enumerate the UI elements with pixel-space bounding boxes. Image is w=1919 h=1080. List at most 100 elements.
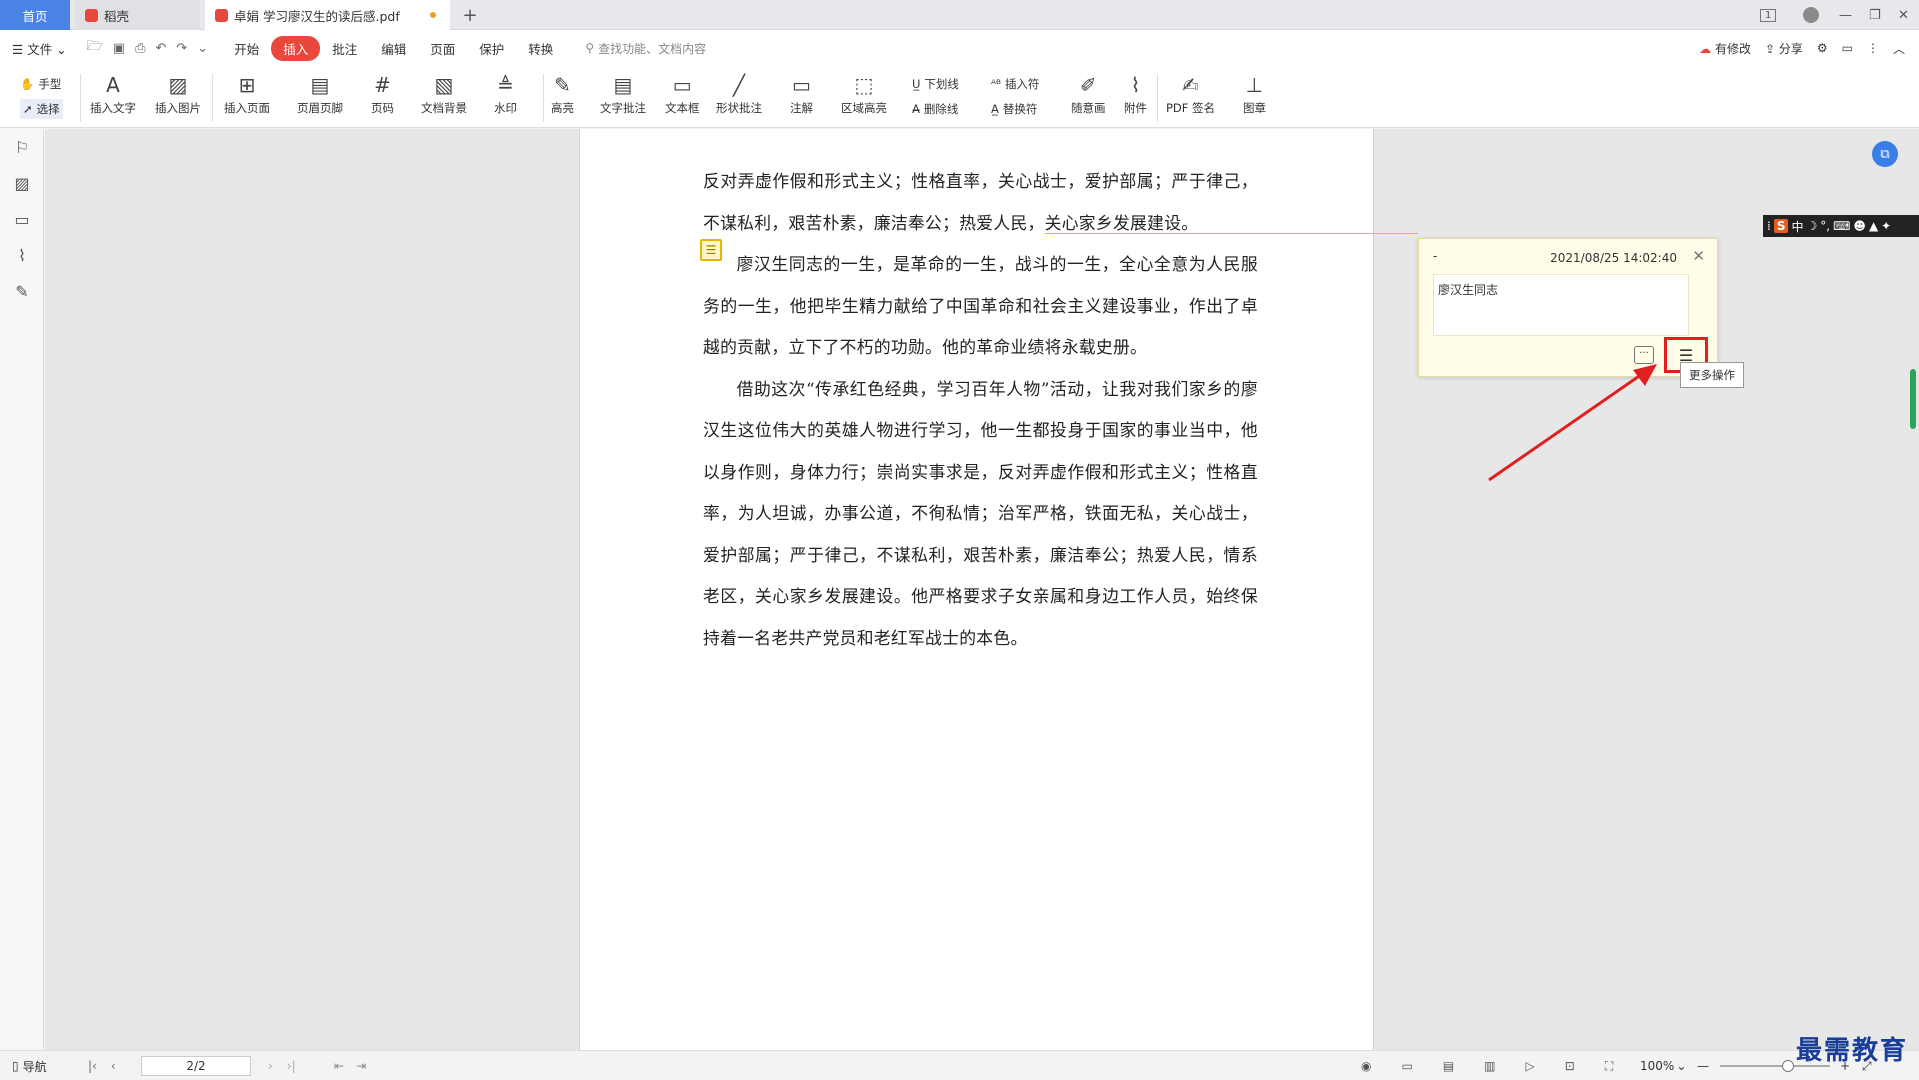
menu-comment[interactable]: 批注 xyxy=(320,39,369,58)
menu-protect[interactable]: 保护 xyxy=(467,39,516,58)
doc-background-button[interactable]: ▧ 文档背景 xyxy=(421,70,467,116)
strikethrough-icon: A̶ xyxy=(912,102,920,116)
zoom-out-button[interactable]: — xyxy=(1697,1051,1709,1080)
page-input[interactable]: 2/2 xyxy=(141,1051,251,1080)
nav-panel-icon: ▯ xyxy=(12,1059,19,1073)
last-page-icon[interactable]: ›| xyxy=(287,1059,296,1073)
tab-document[interactable]: 卓娟 学习廖汉生的读后感.pdf xyxy=(205,0,450,30)
doc-background-label: 文档背景 xyxy=(421,101,467,115)
tab-home-label: 首页 xyxy=(22,8,48,24)
tab-daoke[interactable]: 稻壳 xyxy=(75,0,200,30)
comment-close-icon[interactable]: ✕ xyxy=(1692,247,1705,265)
document-canvas: 反对弄虚作假和形式主义；性格直率，关心战士，爱护部属；严于律己，不谋私利，艰苦朴… xyxy=(45,129,1919,1050)
forward-icon[interactable]: ⇥ xyxy=(356,1059,366,1073)
bookmark-icon[interactable]: ⚐ xyxy=(0,129,44,165)
watermark-label: 水印 xyxy=(494,101,517,115)
window-badge[interactable]: 1 xyxy=(1760,0,1777,30)
settings-icon[interactable]: ⚙ xyxy=(1817,41,1828,55)
zoom-select[interactable]: 100% ⌄ xyxy=(1640,1051,1686,1080)
single-page-icon[interactable]: ▭ xyxy=(1401,1059,1412,1073)
thumbnail-icon[interactable]: ▨ xyxy=(0,165,44,201)
pdf-sign-button[interactable]: ✍ PDF 签名 xyxy=(1166,70,1215,116)
eye-icon[interactable]: ◉ xyxy=(1361,1059,1371,1073)
redo-icon[interactable]: ↷ xyxy=(176,41,187,56)
menu-page[interactable]: 页面 xyxy=(418,39,467,58)
zoom-slider-knob[interactable] xyxy=(1782,1060,1794,1072)
minimize-button[interactable]: — xyxy=(1839,0,1852,30)
double-page-icon[interactable]: ▥ xyxy=(1484,1059,1495,1073)
area-highlight-button[interactable]: ⬚ 区域高亮 xyxy=(841,70,887,116)
watermark-button[interactable]: ≜ 水印 xyxy=(494,70,517,116)
comment-content[interactable]: 廖汉生同志 xyxy=(1433,274,1689,336)
fit-page-icon[interactable]: ⛶ xyxy=(1605,1059,1613,1074)
strikethrough-button[interactable]: A̶ 删除线 xyxy=(912,99,958,119)
vertical-scrollbar[interactable] xyxy=(1910,369,1916,429)
fit-width-icon[interactable]: ⊡ xyxy=(1565,1059,1575,1073)
ime-chinese-icon[interactable]: 中 xyxy=(1791,218,1803,235)
sogou-logo-icon[interactable]: S xyxy=(1773,219,1789,233)
menu-insert[interactable]: 插入 xyxy=(271,35,321,61)
insert-char-button[interactable]: ᴬᴮ 插入符 xyxy=(991,74,1039,94)
menu-edit[interactable]: 编辑 xyxy=(369,39,418,58)
stamp-button[interactable]: ⊥ 图章 xyxy=(1243,70,1266,116)
play-icon[interactable]: ▷ xyxy=(1526,1059,1535,1073)
prev-page-icon[interactable]: ‹ xyxy=(111,1059,116,1073)
comment-author: - xyxy=(1433,249,1438,263)
nav-toggle[interactable]: ▯ 导航 xyxy=(12,1051,47,1080)
signature-panel-icon[interactable]: ✎ xyxy=(0,273,44,309)
freehand-button[interactable]: ✐ 随意画 xyxy=(1071,70,1106,116)
quick-dropdown-icon[interactable]: ⌄ xyxy=(197,41,208,56)
share-button[interactable]: ⇪ 分享 xyxy=(1765,40,1803,57)
first-page-icon[interactable]: |‹ xyxy=(88,1059,97,1073)
ime-tools-icon[interactable]: ✦ xyxy=(1881,219,1891,233)
pdf-icon xyxy=(215,8,228,22)
ime-shirt-icon[interactable]: ▲ xyxy=(1869,219,1878,233)
hand-tool[interactable]: ✋ 手型 xyxy=(20,74,61,94)
insert-page-button[interactable]: ⊞ 插入页面 xyxy=(224,70,270,116)
menu-convert[interactable]: 转换 xyxy=(516,39,565,58)
file-menu[interactable]: ☰ 文件 ⌄ xyxy=(0,39,79,58)
underline-button[interactable]: U̲ 下划线 xyxy=(912,74,959,94)
save-icon[interactable]: ▣ xyxy=(113,41,125,56)
ime-keyboard-icon[interactable]: ⌨ xyxy=(1833,219,1850,233)
feedback-icon[interactable]: ▭ xyxy=(1842,41,1853,55)
user-avatar[interactable] xyxy=(1803,0,1819,30)
undo-icon[interactable]: ↶ xyxy=(155,41,166,56)
collapse-icon[interactable]: ︿ xyxy=(1893,40,1905,57)
text-box-button[interactable]: ▭ 文本框 xyxy=(665,70,700,116)
attachment-button[interactable]: ⌇ 附件 xyxy=(1124,70,1147,116)
shape-comment-button[interactable]: ╱ 形状批注 xyxy=(716,70,762,116)
modified-button[interactable]: ☁ 有修改 xyxy=(1699,40,1751,57)
restore-button[interactable]: ❐ xyxy=(1869,0,1881,30)
more-icon[interactable]: ⋮ xyxy=(1867,41,1879,55)
comments-panel-icon[interactable]: ▭ xyxy=(0,201,44,237)
close-button[interactable]: ✕ xyxy=(1898,0,1909,30)
nav-label: 导航 xyxy=(22,1059,47,1074)
print-icon[interactable]: ⎙ xyxy=(135,41,145,56)
continuous-icon[interactable]: ▤ xyxy=(1443,1059,1454,1073)
ime-punct-icon[interactable]: °, xyxy=(1820,219,1830,233)
text-comment-button[interactable]: ▤ 文字批注 xyxy=(600,70,646,116)
note-button[interactable]: ▭ 注解 xyxy=(790,70,813,116)
ime-user-icon[interactable]: ☻ xyxy=(1853,219,1866,233)
menu-start[interactable]: 开始 xyxy=(222,39,271,58)
open-folder-icon[interactable]: 🗁 xyxy=(87,37,103,59)
insert-text-button[interactable]: A 插入文字 xyxy=(90,70,136,116)
page-number-button[interactable]: # 页码 xyxy=(371,70,394,116)
back-icon[interactable]: ⇤ xyxy=(334,1059,344,1073)
new-tab-label: + xyxy=(462,4,478,26)
ime-moon-icon[interactable]: ☽ xyxy=(1807,219,1818,233)
select-tool[interactable]: ➚ 选择 xyxy=(20,99,63,119)
highlight-button[interactable]: ✎ 高亮 xyxy=(551,70,574,116)
next-page-icon[interactable]: › xyxy=(268,1059,273,1073)
tab-home[interactable]: 首页 xyxy=(0,0,70,30)
attachment-panel-icon[interactable]: ⌇ xyxy=(0,237,44,273)
insert-image-button[interactable]: ▨ 插入图片 xyxy=(155,70,201,116)
replace-char-button[interactable]: A̲ 替换符 xyxy=(991,99,1037,119)
search-input[interactable]: ⚲ 查找功能、文档内容 xyxy=(585,40,706,57)
assistant-icon: ⧉ xyxy=(1880,146,1890,162)
header-footer-button[interactable]: ▤ 页眉页脚 xyxy=(297,70,343,116)
floating-assistant-button[interactable]: ⧉ xyxy=(1872,141,1898,167)
new-tab-button[interactable]: + xyxy=(455,0,485,30)
comment-marker-icon[interactable]: ☰ xyxy=(700,239,722,261)
